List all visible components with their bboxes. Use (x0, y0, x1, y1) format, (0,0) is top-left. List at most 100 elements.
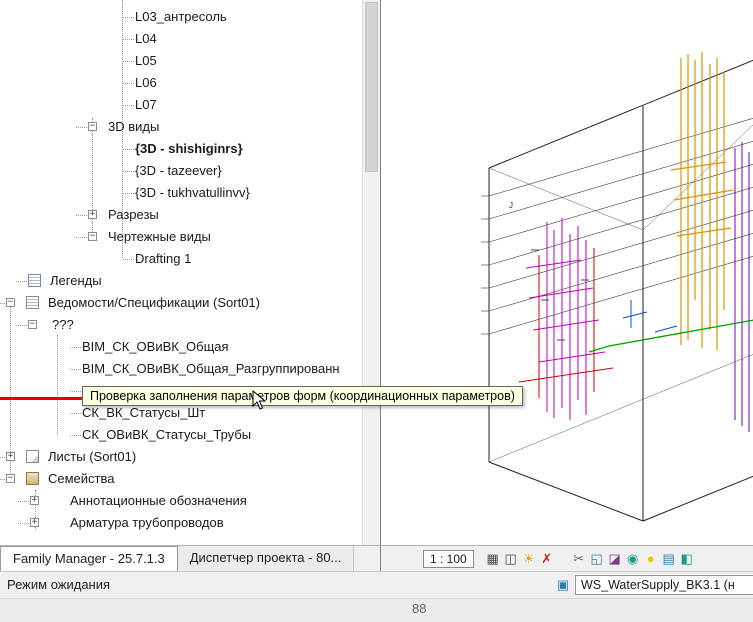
tree-item-label: BIM_СК_ОВиВК_Общая (82, 339, 229, 354)
tree-item-label: L05 (135, 53, 157, 68)
tree-item-label: {3D - tazeever} (135, 163, 222, 178)
tree-item-label: BIM_СК_ОВиВК_Общая_Разгруппированн (82, 361, 340, 376)
status-bar: Режим ожидания ▣ WS_WaterSupply_BK3.1 (н (0, 571, 753, 598)
bottom-strip-text: 88 (412, 601, 427, 616)
tree-item-label: ??? (52, 317, 74, 332)
tree-scrollbar[interactable] (362, 0, 380, 545)
tree-item[interactable]: − Семейства (0, 468, 362, 490)
level-lines (481, 117, 753, 335)
tree-item-label: Листы (Sort01) (48, 449, 137, 464)
tree-item[interactable]: Легенды (0, 270, 362, 292)
tree-item-label: Разрезы (108, 207, 159, 222)
tree-item-label: Арматура трубопроводов (70, 515, 224, 530)
tree-item-label: Легенды (50, 273, 102, 288)
show-crop-icon[interactable]: ◱ (588, 550, 606, 568)
tree-connector (123, 39, 134, 40)
tree-item-label: СК_ВК_Статусы_Шт (82, 405, 206, 420)
tree-item[interactable]: −??? (0, 314, 362, 336)
tree-item[interactable]: + Аннотационные обозначения (0, 490, 362, 512)
tree-connector (76, 215, 87, 216)
collapse-icon[interactable]: − (6, 474, 15, 483)
crop-region-icon[interactable]: ✂ (570, 550, 588, 568)
bottom-tab-bar: Family Manager - 25.7.1.3 Диспетчер прое… (0, 545, 380, 571)
tree-item[interactable]: L06 (0, 72, 362, 94)
tree-item[interactable]: {3D - tukhvatullinvv} (0, 182, 362, 204)
tree-connector (16, 281, 27, 282)
scrollbar-thumb[interactable] (365, 2, 378, 172)
project-browser-tree[interactable]: L03_антресоль L04 L05 L06 L07 − 3D виды {3D - s… (0, 0, 362, 545)
visual-style-icon[interactable]: ◫ (502, 550, 520, 568)
isolate-icon[interactable]: ◉ (624, 550, 642, 568)
tree-item-label: {3D - tukhvatullinvv} (135, 185, 250, 200)
tree-item[interactable]: L03_антресоль (0, 6, 362, 28)
tree-item[interactable]: + Арматура трубопроводов (0, 512, 362, 534)
view-annotation: J (509, 201, 513, 210)
central-model-icon: ▣ (556, 577, 570, 592)
tree-item-label: {3D - shishiginrs} (135, 141, 243, 156)
tree-item[interactable]: L04 (0, 28, 362, 50)
tree-item[interactable]: BIM_СК_ОВиВК_Общая (0, 336, 362, 358)
expand-icon[interactable]: + (88, 210, 97, 219)
tree-item-label: Ведомости/Спецификации (Sort01) (48, 295, 260, 310)
tree-item-label: 3D виды (108, 119, 160, 134)
tree-item-label: Аннотационные обозначения (70, 493, 247, 508)
tab-family-manager[interactable]: Family Manager - 25.7.1.3 (0, 546, 178, 571)
tree-item[interactable]: L05 (0, 50, 362, 72)
sun-path-icon[interactable]: ☀ (520, 550, 538, 568)
tree-item-label: L07 (135, 97, 157, 112)
tree-connector (70, 347, 81, 348)
tree-connector (123, 83, 134, 84)
tree-item[interactable]: {3D - shishiginrs} (0, 138, 362, 160)
tree-item-label: Чертежные виды (108, 229, 211, 244)
tree-item[interactable]: {3D - tazeever} (0, 160, 362, 182)
temporary-hide-icon[interactable]: ◪ (606, 550, 624, 568)
temporary-view-icon[interactable]: ◧ (678, 550, 696, 568)
view-control-bar: 1 : 100 ▦ ◫ ☀ ✗ ✂ ◱ ◪ ◉ ● ▤ ◧ (380, 545, 753, 571)
tree-item-label: СК_ОВиВК_Статусы_Трубы (82, 427, 252, 442)
tree-connector (76, 237, 87, 238)
schedule-icon (28, 274, 41, 287)
tree-connector (70, 369, 81, 370)
tree-item[interactable]: + Разрезы (0, 204, 362, 226)
warning-underline (0, 397, 82, 400)
tree-item[interactable]: BIM_СК_ОВиВК_Общая_Разгруппированн (0, 358, 362, 380)
tree-item-label: Drafting 1 (135, 251, 192, 266)
tree-item[interactable]: + Листы (Sort01) (0, 446, 362, 468)
expand-icon[interactable]: + (6, 452, 15, 461)
tree-item[interactable]: − 3D виды (0, 116, 362, 138)
tree-connector (70, 391, 81, 392)
tree-item[interactable]: СК_ОВиВК_Статусы_Трубы (0, 424, 362, 446)
collapse-icon[interactable]: − (88, 232, 97, 241)
collapse-icon[interactable]: − (6, 298, 15, 307)
3d-viewport[interactable]: J (380, 0, 753, 545)
tree-item[interactable]: Drafting 1 (0, 248, 362, 270)
schedule-icon (26, 296, 39, 309)
collapse-icon[interactable]: − (28, 320, 37, 329)
mouse-cursor (252, 390, 266, 410)
view-scale-button[interactable]: 1 : 100 (423, 549, 474, 568)
tree-connector (123, 61, 134, 62)
tree-connector (18, 501, 29, 502)
reveal-hidden-icon[interactable]: ● (642, 550, 660, 568)
shadows-off-icon[interactable]: ✗ (538, 550, 556, 568)
active-file-field[interactable]: WS_WaterSupply_BK3.1 (н (575, 575, 753, 595)
view-control-icons: ▦ ◫ ☀ ✗ ✂ ◱ ◪ ◉ ● ▤ ◧ (484, 550, 696, 568)
expand-icon[interactable]: + (30, 496, 39, 505)
expand-icon[interactable]: + (30, 518, 39, 527)
tree-connector (123, 193, 134, 194)
pipes-blue (622, 300, 678, 333)
pipes-red (518, 248, 614, 398)
tree-connector (123, 149, 134, 150)
tree-item[interactable]: − Ведомости/Спецификации (Sort01) (0, 292, 362, 314)
status-text: Режим ожидания (7, 577, 111, 592)
pipes-orange (670, 52, 734, 350)
tree-connector (76, 127, 87, 128)
tree-item-label: L04 (135, 31, 157, 46)
tree-item[interactable]: L07 (0, 94, 362, 116)
tab-project-dispatcher[interactable]: Диспетчер проекта - 80... (177, 546, 355, 571)
collapse-icon[interactable]: − (88, 122, 97, 131)
tree-connector (123, 17, 134, 18)
tree-item[interactable]: − Чертежные виды (0, 226, 362, 248)
worksharing-display-icon[interactable]: ▤ (660, 550, 678, 568)
detail-level-icon[interactable]: ▦ (484, 550, 502, 568)
